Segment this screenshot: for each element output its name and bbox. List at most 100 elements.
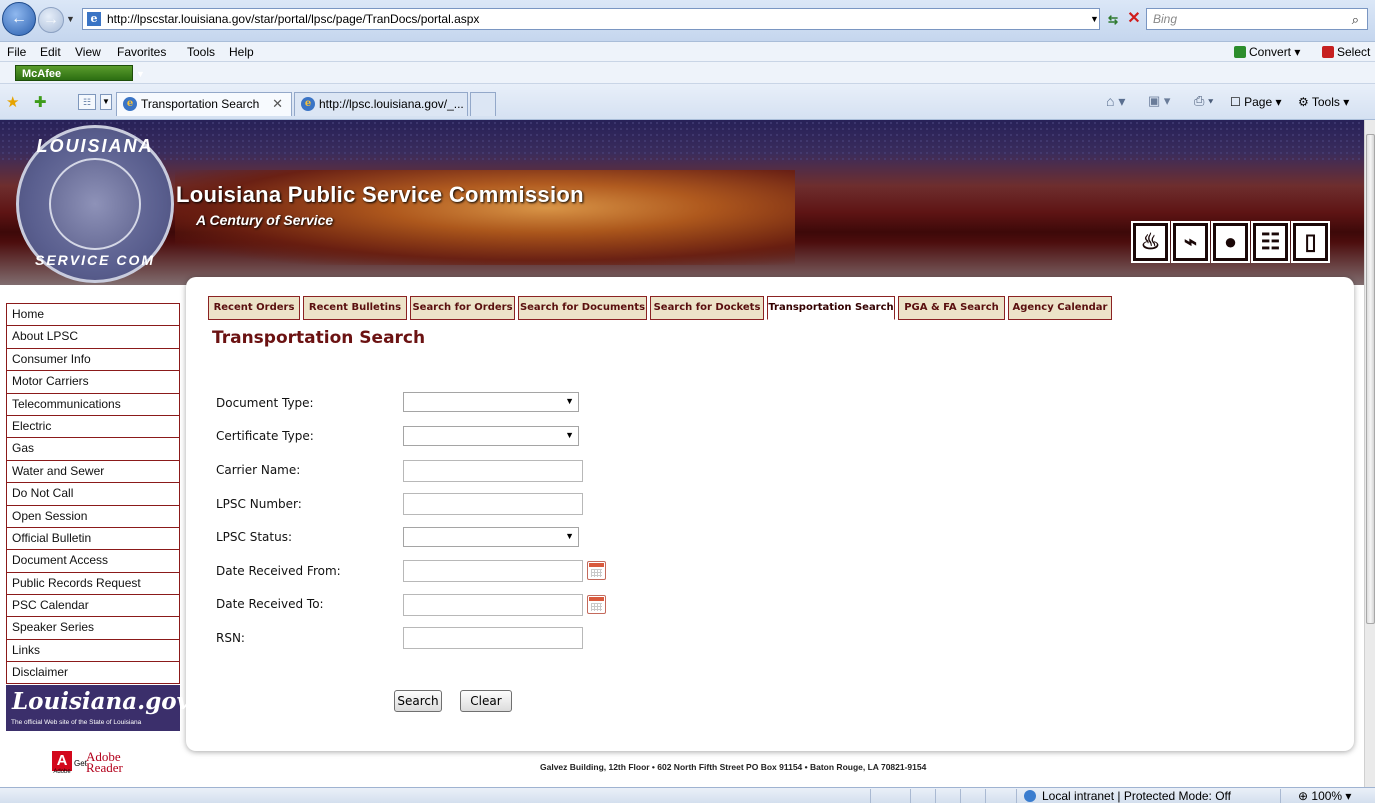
back-button[interactable]: ← <box>2 2 36 36</box>
favorites-star-icon[interactable]: ★ <box>6 93 19 111</box>
date-received-to-input[interactable] <box>403 594 583 616</box>
nav-item-official-bulletin[interactable]: Official Bulletin <box>6 526 180 550</box>
forward-button[interactable]: → <box>38 7 64 33</box>
get-adobe-reader-link[interactable]: A Adobe Get Adobe Reader <box>52 749 142 775</box>
url-text: http://lpscstar.louisiana.gov/star/porta… <box>107 12 480 26</box>
feeds-icon[interactable]: ▣ ▾ <box>1148 93 1170 109</box>
tab-bar: ★ ✚ ☷ ▼ e Transportation Search ✕ e http… <box>0 84 1375 120</box>
ie-page-icon: e <box>87 12 101 26</box>
mcafee-toolbar: McAfee ▼ <box>0 62 1375 84</box>
nav-item-consumer-info[interactable]: Consumer Info <box>6 347 180 371</box>
zoom-level[interactable]: ⊕ 100% ▾ <box>1298 789 1351 803</box>
recent-pages-dropdown-icon[interactable]: ▼ <box>66 14 75 24</box>
home-icon[interactable]: ⌂ ▾ <box>1106 93 1125 110</box>
clear-button[interactable]: Clear <box>460 690 512 712</box>
search-input[interactable]: Bing ⌕ <box>1146 8 1368 30</box>
nav-item-psc-calendar[interactable]: PSC Calendar <box>6 594 180 617</box>
add-favorites-icon[interactable]: ✚ <box>34 93 47 111</box>
tab-recent-bulletins[interactable]: Recent Bulletins <box>303 296 407 320</box>
menu-help[interactable]: Help <box>229 45 254 59</box>
page-menu-label: Page <box>1244 95 1273 109</box>
chevron-down-icon: ▼ <box>565 430 574 440</box>
browser-tab-lpsc[interactable]: e http://lpsc.louisiana.gov/_... <box>294 92 468 116</box>
nav-item-home[interactable]: Home <box>6 303 180 326</box>
tab-pga-fa-search[interactable]: PGA & FA Search <box>898 296 1005 320</box>
tab-list-dropdown-icon[interactable]: ▼ <box>100 94 112 110</box>
search-button[interactable]: Search <box>394 690 442 712</box>
pdf-select-icon <box>1322 46 1334 58</box>
nav-item-telecommunications[interactable]: Telecommunications <box>6 392 180 415</box>
nav-item-open-session[interactable]: Open Session <box>6 504 180 527</box>
refresh-icon[interactable]: ⇆ <box>1104 11 1122 29</box>
menu-view[interactable]: View <box>75 45 101 59</box>
browser-tab-transportation-search[interactable]: e Transportation Search ✕ <box>116 92 292 116</box>
nav-item-water-and-sewer[interactable]: Water and Sewer <box>6 459 180 483</box>
menu-edit[interactable]: Edit <box>40 45 61 59</box>
tab-search-for-dockets[interactable]: Search for Dockets <box>650 296 764 320</box>
calendar-icon[interactable] <box>587 561 606 580</box>
close-tab-icon[interactable]: ✕ <box>272 93 283 115</box>
tab-recent-orders[interactable]: Recent Orders <box>208 296 300 320</box>
vertical-scrollbar[interactable] <box>1364 120 1375 787</box>
stop-icon[interactable]: ✕ <box>1126 10 1142 28</box>
new-tab-button[interactable] <box>470 92 496 116</box>
carrier-name-label: Carrier Name: <box>216 463 301 477</box>
menu-favorites[interactable]: Favorites <box>117 45 166 59</box>
nav-item-do-not-call[interactable]: Do Not Call <box>6 482 180 505</box>
nav-item-gas[interactable]: Gas <box>6 437 180 460</box>
tab-search-for-orders[interactable]: Search for Orders <box>410 296 515 320</box>
carrier-name-input[interactable] <box>403 460 583 482</box>
telephone-keypad-icon[interactable]: ☷ <box>1253 223 1288 261</box>
tab-transportation-search[interactable]: Transportation Search <box>767 296 895 320</box>
url-field[interactable]: e http://lpscstar.louisiana.gov/star/por… <box>82 8 1100 30</box>
convert-button[interactable]: Convert ▾ <box>1234 45 1300 59</box>
date-received-from-input[interactable] <box>403 560 583 582</box>
menu-file[interactable]: File <box>7 45 26 59</box>
mcafee-dropdown-icon[interactable]: ▼ <box>136 66 145 82</box>
menu-tools[interactable]: Tools <box>187 45 215 59</box>
tools-menu-button[interactable]: ⚙ Tools ▾ <box>1298 95 1349 109</box>
site-title: Louisiana Public Service Commission <box>176 182 584 207</box>
left-navigation: Home About LPSC Consumer Info Motor Carr… <box>6 303 180 684</box>
nav-item-about-lpsc[interactable]: About LPSC <box>6 325 180 348</box>
zoom-value: 100% <box>1311 789 1343 803</box>
mcafee-button[interactable]: McAfee ▼ <box>15 65 145 81</box>
select-button[interactable]: Select <box>1322 45 1370 59</box>
print-icon[interactable]: ⎙ ▾ <box>1194 93 1213 109</box>
gas-flame-icon[interactable]: ♨ <box>1133 223 1168 261</box>
rsn-input[interactable] <box>403 627 583 649</box>
nav-item-links[interactable]: Links <box>6 638 180 662</box>
page-viewport: LOUISIANA SERVICE COM Louisiana Public S… <box>0 120 1364 787</box>
adobe-get-label: Get <box>74 759 87 768</box>
page-menu-button[interactable]: ☐ Page ▾ <box>1230 95 1281 109</box>
louisiana-gov-logo[interactable]: Louisiana.gov The official Web site of t… <box>6 685 190 731</box>
nav-item-motor-carriers[interactable]: Motor Carriers <box>6 370 180 393</box>
tab-agency-calendar[interactable]: Agency Calendar <box>1008 296 1112 320</box>
security-zone-text[interactable]: Local intranet | Protected Mode: Off <box>1042 789 1231 803</box>
certificate-type-select[interactable]: ▼ <box>403 426 579 446</box>
nav-item-disclaimer[interactable]: Disclaimer <box>6 661 180 684</box>
adobe-reader-label: Adobe Reader <box>86 749 123 775</box>
nav-item-document-access[interactable]: Document Access <box>6 549 180 572</box>
lpsc-number-input[interactable] <box>403 493 583 515</box>
search-icon[interactable]: ⌕ <box>1352 10 1359 30</box>
scrollbar-thumb[interactable] <box>1366 134 1375 624</box>
tab-search-for-documents[interactable]: Search for Documents <box>518 296 647 320</box>
electric-plug-icon[interactable]: ⌁ <box>1173 223 1208 261</box>
date-received-to-label: Date Received To: <box>216 597 324 611</box>
document-type-select[interactable]: ▼ <box>403 392 579 412</box>
lpsc-number-label: LPSC Number: <box>216 497 302 511</box>
tab-label: Transportation Search <box>141 97 260 111</box>
seal-emblem <box>49 158 141 250</box>
quick-tabs-icon[interactable]: ☷ <box>78 94 96 110</box>
nav-item-speaker-series[interactable]: Speaker Series <box>6 616 180 639</box>
seal-text-top: LOUISIANA <box>36 136 154 156</box>
status-divider <box>960 789 961 803</box>
mobile-phone-icon[interactable]: ▯ <box>1293 223 1328 261</box>
calendar-icon[interactable] <box>587 595 606 614</box>
lpsc-status-select[interactable]: ▼ <box>403 527 579 547</box>
water-drop-icon[interactable]: ● <box>1213 223 1248 261</box>
nav-item-electric[interactable]: Electric <box>6 414 180 438</box>
url-dropdown-icon[interactable]: ▼ <box>1090 14 1099 24</box>
nav-item-public-records-request[interactable]: Public Records Request <box>6 571 180 595</box>
